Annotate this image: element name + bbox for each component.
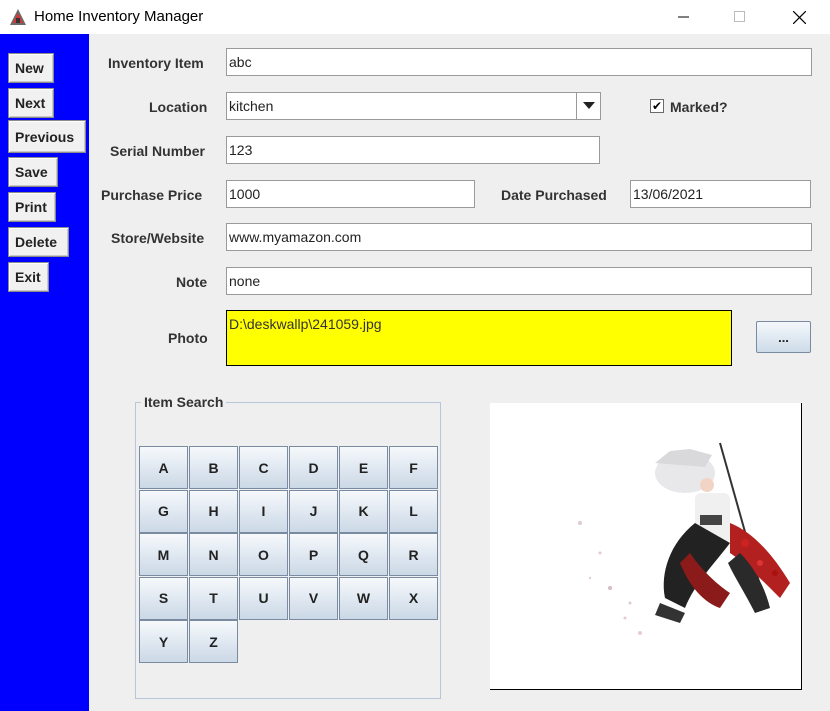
close-icon[interactable] (776, 0, 822, 34)
chevron-down-icon[interactable] (576, 92, 600, 120)
letter-button-d[interactable]: D (289, 446, 338, 489)
browse-photo-button[interactable]: ... (756, 321, 811, 353)
save-button[interactable]: Save (8, 157, 58, 187)
marked-label: Marked? (670, 99, 728, 115)
location-label: Location (149, 99, 208, 115)
letter-button-l[interactable]: L (389, 489, 438, 533)
print-button[interactable]: Print (8, 192, 56, 222)
letter-button-r[interactable]: R (389, 533, 438, 577)
date-purchased-input[interactable]: 13/06/2021 (630, 180, 811, 208)
inventory-item-input[interactable]: abc (226, 48, 812, 76)
photo-path-field[interactable]: D:\deskwallp\241059.jpg (226, 310, 732, 366)
letter-button-c[interactable]: C (239, 446, 288, 489)
letter-button-g[interactable]: G (139, 489, 188, 533)
purchase-price-input[interactable]: 1000 (226, 180, 475, 208)
minimize-icon[interactable] (661, 0, 707, 34)
letter-button-o[interactable]: O (239, 533, 288, 577)
letter-button-q[interactable]: Q (339, 533, 388, 577)
letter-button-z[interactable]: Z (189, 620, 238, 664)
inventory-item-label: Inventory Item (108, 55, 204, 71)
letter-button-b[interactable]: B (189, 446, 238, 489)
delete-button[interactable]: Delete (8, 227, 69, 257)
letter-button-u[interactable]: U (239, 576, 288, 620)
marked-checkbox[interactable]: ✔ (650, 99, 664, 113)
note-input[interactable]: none (226, 267, 812, 295)
letter-button-k[interactable]: K (339, 489, 388, 533)
location-combobox[interactable]: kitchen (226, 92, 601, 120)
previous-button[interactable]: Previous (8, 120, 86, 153)
letter-button-x[interactable]: X (389, 576, 438, 620)
letter-button-t[interactable]: T (189, 576, 238, 620)
letter-button-e[interactable]: E (339, 446, 388, 489)
letter-button-f[interactable]: F (389, 446, 438, 489)
letter-button-a[interactable]: A (139, 446, 188, 489)
app-icon (8, 7, 28, 27)
purchase-price-label: Purchase Price (101, 187, 203, 203)
letter-button-n[interactable]: N (189, 533, 238, 577)
letter-button-v[interactable]: V (289, 576, 338, 620)
date-purchased-label: Date Purchased (501, 187, 607, 203)
letter-button-j[interactable]: J (289, 489, 338, 533)
photo-preview (490, 403, 802, 690)
exit-button[interactable]: Exit (8, 262, 49, 292)
letter-button-p[interactable]: P (289, 533, 338, 577)
photo-preview-image (578, 442, 790, 635)
note-label: Note (176, 274, 208, 290)
letter-button-m[interactable]: M (139, 533, 188, 577)
photo-label: Photo (168, 330, 208, 346)
serial-number-label: Serial Number (110, 143, 205, 159)
window-title: Home Inventory Manager (34, 8, 204, 25)
maximize-icon[interactable] (717, 0, 763, 34)
item-search-title: Item Search (141, 394, 227, 410)
new-button[interactable]: New (8, 53, 54, 83)
letter-button-i[interactable]: I (239, 489, 288, 533)
letter-button-s[interactable]: S (139, 576, 188, 620)
letter-button-h[interactable]: H (189, 489, 238, 533)
store-website-input[interactable]: www.myamazon.com (226, 223, 812, 251)
letter-button-y[interactable]: Y (139, 620, 188, 664)
store-website-label: Store/Website (111, 230, 205, 246)
next-button[interactable]: Next (8, 88, 54, 118)
location-value: kitchen (229, 98, 274, 114)
title-bar: Home Inventory Manager (0, 0, 830, 34)
letter-button-w[interactable]: W (339, 576, 388, 620)
serial-number-input[interactable]: 123 (226, 136, 600, 164)
